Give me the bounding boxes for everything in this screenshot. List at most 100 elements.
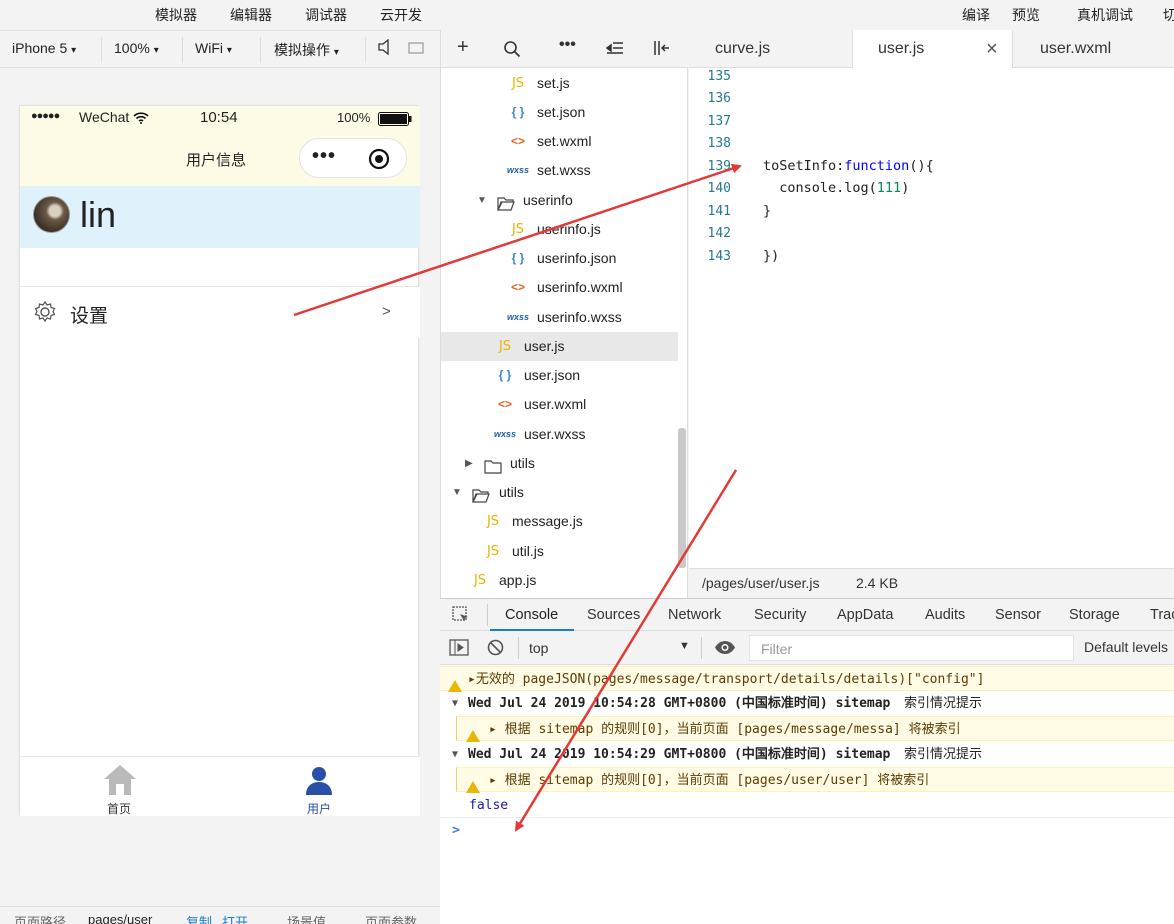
divider	[518, 637, 519, 659]
device-select[interactable]: iPhone 5 ▾	[12, 40, 76, 56]
tree-item-userinfo-wxml[interactable]: <> userinfo.wxml	[507, 273, 623, 302]
tree-item-userinfo-wxss[interactable]: wxss userinfo.wxss	[507, 303, 622, 332]
tab-home[interactable]: 首页	[99, 761, 141, 816]
tree-item-userinfo-folder[interactable]: ▼ userinfo	[477, 186, 573, 215]
context-select[interactable]: top ▼	[524, 635, 692, 661]
tree-item-set-wxss[interactable]: wxss set.wxss	[507, 156, 591, 185]
tab-network[interactable]: Network	[668, 607, 721, 623]
zoom-select[interactable]: 100% ▾	[114, 40, 159, 56]
tab-sensor[interactable]: Sensor	[995, 607, 1041, 623]
scene-label[interactable]: 场景值	[287, 912, 326, 924]
tab-trace[interactable]: Trac	[1150, 607, 1174, 623]
js-file-icon: JS	[486, 544, 500, 559]
operation-select[interactable]: 模拟操作 ▾	[274, 40, 339, 60]
gear-icon	[33, 300, 57, 327]
tree-item-user-js[interactable]: JS user.js	[441, 332, 678, 361]
code-line-139: toSetInfo:function(){	[763, 158, 934, 174]
speaker-icon[interactable]	[378, 38, 392, 58]
tab-sources[interactable]: Sources	[587, 607, 640, 623]
tree-item-util-js[interactable]: JS util.js	[482, 537, 544, 566]
phone-screen: ●●●●● WeChat 10:54 100% 用户信息 ••• lin 设置 …	[19, 105, 420, 816]
explorer-toolbar: + •••	[440, 30, 688, 68]
more-icon[interactable]: •••	[312, 145, 336, 168]
more-icon[interactable]: •••	[559, 36, 576, 54]
tree-item-user-wxml[interactable]: <> user.wxml	[494, 390, 586, 419]
tree-item-utils-folder-closed[interactable]: ▶ utils	[465, 449, 535, 478]
page-path-bar: 页面路径 pages/user 复制 打开 场景值 页面参数	[0, 906, 440, 924]
inspect-icon[interactable]	[452, 606, 470, 627]
window-icon[interactable]	[408, 41, 424, 58]
divider	[260, 37, 261, 63]
menu-cloud[interactable]: 云开发	[380, 5, 422, 25]
divider	[182, 37, 183, 63]
tab-storage[interactable]: Storage	[1069, 607, 1120, 623]
clear-icon[interactable]	[487, 639, 504, 659]
line-number: 137	[707, 114, 731, 129]
battery-percent: 100%	[337, 110, 371, 125]
split-icon[interactable]	[653, 40, 671, 59]
home-icon	[102, 763, 138, 800]
add-icon[interactable]: +	[457, 36, 469, 59]
tree-item-set-json[interactable]: { } set.json	[507, 98, 586, 127]
tree-item-user-wxss[interactable]: wxss user.wxss	[494, 420, 585, 449]
phone-status-bar: ●●●●● WeChat 10:54 100%	[20, 106, 420, 133]
menu-simulator[interactable]: 模拟器	[155, 5, 197, 25]
close-target-icon[interactable]	[368, 148, 390, 173]
tab-user-wxml[interactable]: user.wxml	[1013, 30, 1174, 68]
eye-icon[interactable]	[714, 640, 736, 658]
tree-item-user-json[interactable]: { } user.json	[494, 361, 580, 390]
path-label: 页面路径	[14, 915, 67, 924]
line-number: 138	[707, 136, 731, 151]
tree-item-utils-folder-open[interactable]: ▼ utils	[452, 478, 524, 507]
filter-input[interactable]: Filter	[749, 635, 1074, 661]
divider	[365, 37, 366, 63]
levels-select[interactable]: Default levels	[1084, 639, 1168, 655]
explorer-scrollbar[interactable]	[678, 428, 686, 568]
open-link[interactable]: 打开	[222, 912, 248, 924]
menu-preview[interactable]: 预览	[1012, 5, 1040, 25]
settings-row[interactable]: 设置 >	[20, 286, 420, 338]
code-line-143: })	[763, 248, 780, 264]
wxml-file-icon: <>	[510, 134, 525, 148]
phone-nav-bar: 用户信息 •••	[20, 133, 420, 186]
tree-item-userinfo-json[interactable]: { } userinfo.json	[507, 244, 617, 273]
path-value: pages/user	[88, 912, 153, 924]
tree-item-set-js[interactable]: JS set.js	[507, 69, 570, 98]
tab-console[interactable]: Console	[505, 607, 558, 623]
tree-item-app-js[interactable]: JS app.js	[469, 566, 536, 595]
tab-curve-js[interactable]: curve.js	[689, 30, 853, 68]
divider	[701, 637, 702, 659]
code-editor[interactable]: 135 136 137 138 139 140 141 142 143 toSe…	[689, 68, 1174, 568]
file-explorer: JS set.js { } set.json <> set.wxml wxss set.…	[440, 68, 688, 598]
console-log: false	[440, 793, 1174, 818]
tree-item-set-wxml[interactable]: <> set.wxml	[507, 127, 591, 156]
tab-appdata[interactable]: AppData	[837, 607, 893, 623]
line-number: 143	[707, 249, 731, 264]
console-prompt[interactable]: >	[440, 818, 1174, 843]
close-icon[interactable]: ×	[986, 30, 998, 68]
username: lin	[80, 194, 117, 235]
tree-item-userinfo-js[interactable]: JS userinfo.js	[507, 215, 601, 244]
params-label[interactable]: 页面参数	[365, 912, 417, 924]
tab-audits[interactable]: Audits	[925, 607, 965, 623]
signal-icon: ●●●●●	[31, 110, 60, 122]
collapse-icon[interactable]	[605, 41, 624, 58]
menu-remote-debug[interactable]: 真机调试	[1077, 5, 1133, 25]
menu-debugger[interactable]: 调试器	[305, 5, 347, 25]
console-group[interactable]: ▼ Wed Jul 24 2019 10:54:28 GMT+0800 (中国标…	[440, 691, 1174, 716]
menu-capsule[interactable]: •••	[299, 138, 407, 178]
menu-editor[interactable]: 编辑器	[230, 5, 272, 25]
sidebar-toggle-icon[interactable]	[449, 639, 469, 659]
copy-link[interactable]: 复制	[186, 912, 212, 924]
console-group[interactable]: ▼ Wed Jul 24 2019 10:54:29 GMT+0800 (中国标…	[440, 742, 1174, 767]
devtools-tabs: Console Sources Network Security AppData…	[440, 598, 1174, 631]
menu-switch[interactable]: 切	[1163, 5, 1174, 25]
tab-security[interactable]: Security	[754, 607, 806, 623]
menu-compile[interactable]: 编译	[962, 5, 990, 25]
tab-user-js[interactable]: user.js ×	[853, 30, 1013, 69]
tree-item-message-js[interactable]: JS message.js	[482, 507, 583, 536]
network-select[interactable]: WiFi ▾	[195, 40, 232, 56]
tab-user[interactable]: 用户	[299, 761, 341, 816]
json-file-icon: { }	[498, 368, 512, 382]
search-icon[interactable]	[503, 40, 521, 61]
